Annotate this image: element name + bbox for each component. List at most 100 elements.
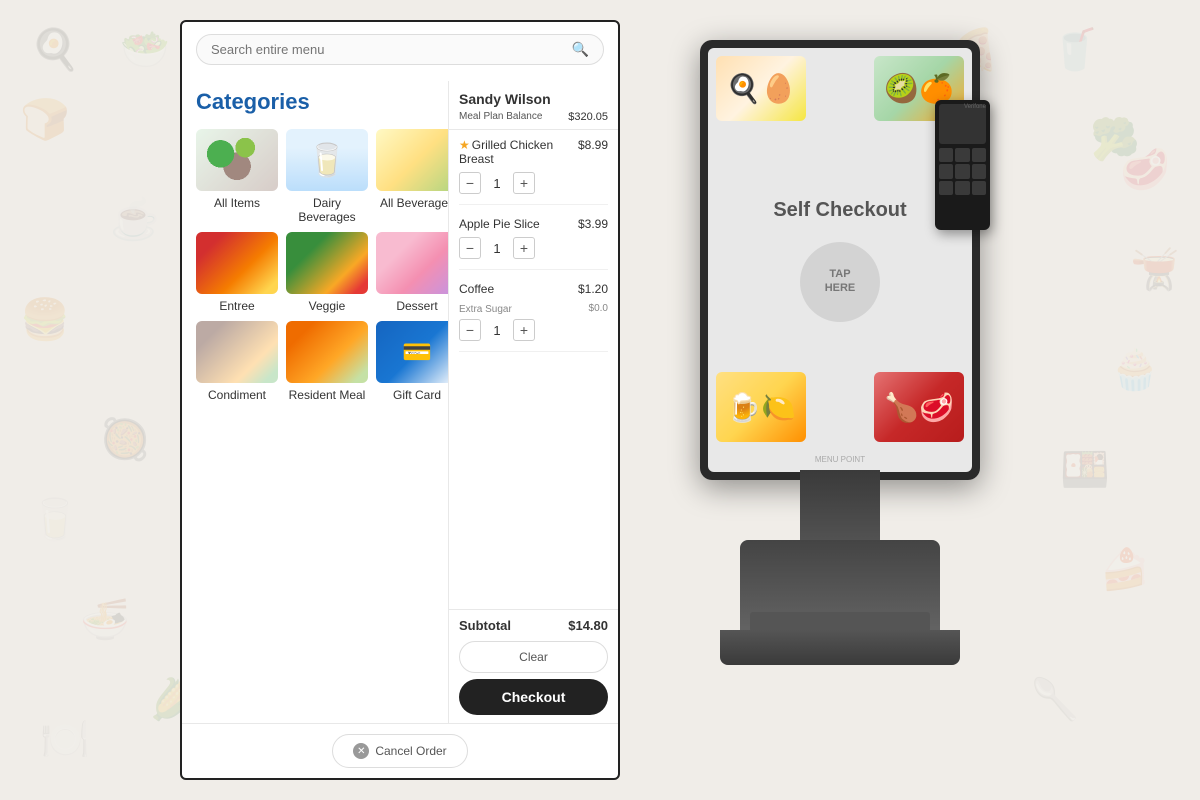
search-icon: 🔍 <box>572 41 589 58</box>
category-label-dessert: Dessert <box>396 299 437 313</box>
order-item-name-chicken: ★Grilled Chicken Breast <box>459 138 578 166</box>
subtotal-row: Subtotal $14.80 <box>459 618 608 633</box>
star-icon-chicken: ★ <box>459 138 470 152</box>
order-item-name-apple-pie: Apple Pie Slice <box>459 217 578 231</box>
categories-grid: All Items 🥛 Dairy Beverages All Beverage… <box>196 129 434 402</box>
qty-decrease-coffee[interactable]: − <box>459 319 481 341</box>
kiosk-monitor: 🍳🥚 🥝🍊 🍺🍋 🍗🥩 Self Checkout TAPHERE <box>700 40 980 480</box>
kiosk-screen[interactable]: 🍳🥚 🥝🍊 🍺🍋 🍗🥩 Self Checkout TAPHERE <box>708 48 972 472</box>
order-item-name-coffee: Coffee <box>459 282 578 296</box>
subtotal-label: Subtotal <box>459 618 511 633</box>
cancel-section: ✕ Cancel Order <box>182 723 618 778</box>
clear-button[interactable]: Clear <box>459 641 608 673</box>
kiosk-stand-base <box>740 540 940 640</box>
main-container: 🔍 Categories All Items <box>0 0 1200 800</box>
categories-title: Categories <box>196 89 434 115</box>
keypad-btn-9[interactable] <box>972 181 986 195</box>
kiosk-food-bottom-left: 🍺🍋 <box>716 372 806 442</box>
category-all-items[interactable]: All Items <box>196 129 278 224</box>
kiosk-food-top-left: 🍳🥚 <box>716 56 806 121</box>
cancel-order-button[interactable]: ✕ Cancel Order <box>332 734 467 768</box>
qty-controls-apple-pie: − 1 + <box>459 237 608 259</box>
meal-balance-label: Meal Plan Balance <box>459 111 542 123</box>
category-condiment[interactable]: Condiment <box>196 321 278 402</box>
kiosk-outer: 🍳🥚 🥝🍊 🍺🍋 🍗🥩 Self Checkout TAPHERE <box>680 40 1020 760</box>
order-items-list: ★Grilled Chicken Breast $8.99 − 1 + <box>449 130 618 609</box>
order-item-price-apple-pie: $3.99 <box>578 217 608 231</box>
order-item-chicken: ★Grilled Chicken Breast $8.99 − 1 + <box>459 138 608 205</box>
keypad-btn-1[interactable] <box>939 148 953 162</box>
search-bar[interactable]: 🔍 <box>196 34 604 65</box>
category-label-dairy: Dairy Beverages <box>286 196 368 224</box>
card-reader: Verifone <box>935 100 990 230</box>
tap-here-label: TAPHERE <box>825 268 856 294</box>
keypad-btn-8[interactable] <box>955 181 969 195</box>
category-img-beverages <box>376 129 448 191</box>
category-label-giftcard: Gift Card <box>393 388 441 402</box>
pos-panel: 🔍 Categories All Items <box>180 20 620 780</box>
category-label-beverages: All Beverages <box>380 196 448 210</box>
order-item-coffee: Coffee $1.20 Extra Sugar $0.0 − 1 + <box>459 282 608 352</box>
kiosk-food-bottom-right: 🍗🥩 <box>874 372 964 442</box>
category-dessert[interactable]: Dessert <box>376 232 448 313</box>
meal-balance-amount: $320.05 <box>568 111 608 123</box>
category-img-condiment <box>196 321 278 383</box>
qty-increase-apple-pie[interactable]: + <box>513 237 535 259</box>
qty-value-chicken: 1 <box>489 176 505 191</box>
self-checkout-text: Self Checkout <box>773 199 906 222</box>
category-label-veggie: Veggie <box>309 299 346 313</box>
kiosk-stand-neck <box>800 470 880 550</box>
coffee-note: Extra Sugar <box>459 304 512 315</box>
pos-content: Categories All Items 🥛 Dairy Beverages <box>182 81 618 723</box>
order-item-price-chicken: $8.99 <box>578 138 608 152</box>
user-name: Sandy Wilson <box>459 91 608 107</box>
qty-increase-chicken[interactable]: + <box>513 172 535 194</box>
qty-decrease-apple-pie[interactable]: − <box>459 237 481 259</box>
category-gift-card[interactable]: 💳 Gift Card <box>376 321 448 402</box>
left-panel: Categories All Items 🥛 Dairy Beverages <box>182 81 448 723</box>
coffee-note-price: $0.0 <box>589 303 608 314</box>
category-img-all-items <box>196 129 278 191</box>
kiosk-logo: MENU POINT <box>815 455 865 464</box>
kiosk-stand-feet <box>720 630 960 665</box>
category-img-giftcard: 💳 <box>376 321 448 383</box>
cancel-order-label: Cancel Order <box>375 744 446 758</box>
category-beverages[interactable]: All Beverages <box>376 129 448 224</box>
keypad-btn-6[interactable] <box>972 164 986 178</box>
order-item-price-coffee: $1.20 <box>578 282 608 296</box>
qty-value-coffee: 1 <box>489 323 505 338</box>
keypad-btn-2[interactable] <box>955 148 969 162</box>
card-reader-keypad <box>939 148 986 195</box>
category-dairy[interactable]: 🥛 Dairy Beverages <box>286 129 368 224</box>
category-veggie[interactable]: Veggie <box>286 232 368 313</box>
category-img-resident <box>286 321 368 383</box>
checkout-button[interactable]: Checkout <box>459 679 608 715</box>
qty-decrease-chicken[interactable]: − <box>459 172 481 194</box>
subtotal-section: Subtotal $14.80 Clear Checkout <box>449 609 618 723</box>
right-panel: Sandy Wilson Meal Plan Balance $320.05 ★… <box>448 81 618 723</box>
card-reader-brand: Verifone <box>964 104 986 110</box>
category-img-veggie <box>286 232 368 294</box>
category-img-dairy: 🥛 <box>286 129 368 191</box>
category-label-condiment: Condiment <box>208 388 266 402</box>
stand-slot <box>750 612 930 632</box>
category-entree[interactable]: Entree <box>196 232 278 313</box>
meal-balance-row: Meal Plan Balance $320.05 <box>459 111 608 123</box>
tap-here-circle[interactable]: TAPHERE <box>800 242 880 322</box>
kiosk-center-area: Self Checkout TAPHERE <box>773 199 906 322</box>
qty-increase-coffee[interactable]: + <box>513 319 535 341</box>
category-resident-meal[interactable]: Resident Meal <box>286 321 368 402</box>
keypad-btn-4[interactable] <box>939 164 953 178</box>
search-input[interactable] <box>211 42 572 57</box>
keypad-btn-3[interactable] <box>972 148 986 162</box>
qty-controls-coffee: − 1 + <box>459 319 608 341</box>
category-label-all-items: All Items <box>214 196 260 210</box>
category-img-dessert <box>376 232 448 294</box>
category-label-entree: Entree <box>219 299 254 313</box>
qty-controls-chicken: − 1 + <box>459 172 608 194</box>
order-item-apple-pie: Apple Pie Slice $3.99 − 1 + <box>459 217 608 270</box>
qty-value-apple-pie: 1 <box>489 241 505 256</box>
keypad-btn-7[interactable] <box>939 181 953 195</box>
keypad-btn-5[interactable] <box>955 164 969 178</box>
category-label-resident: Resident Meal <box>289 388 366 402</box>
